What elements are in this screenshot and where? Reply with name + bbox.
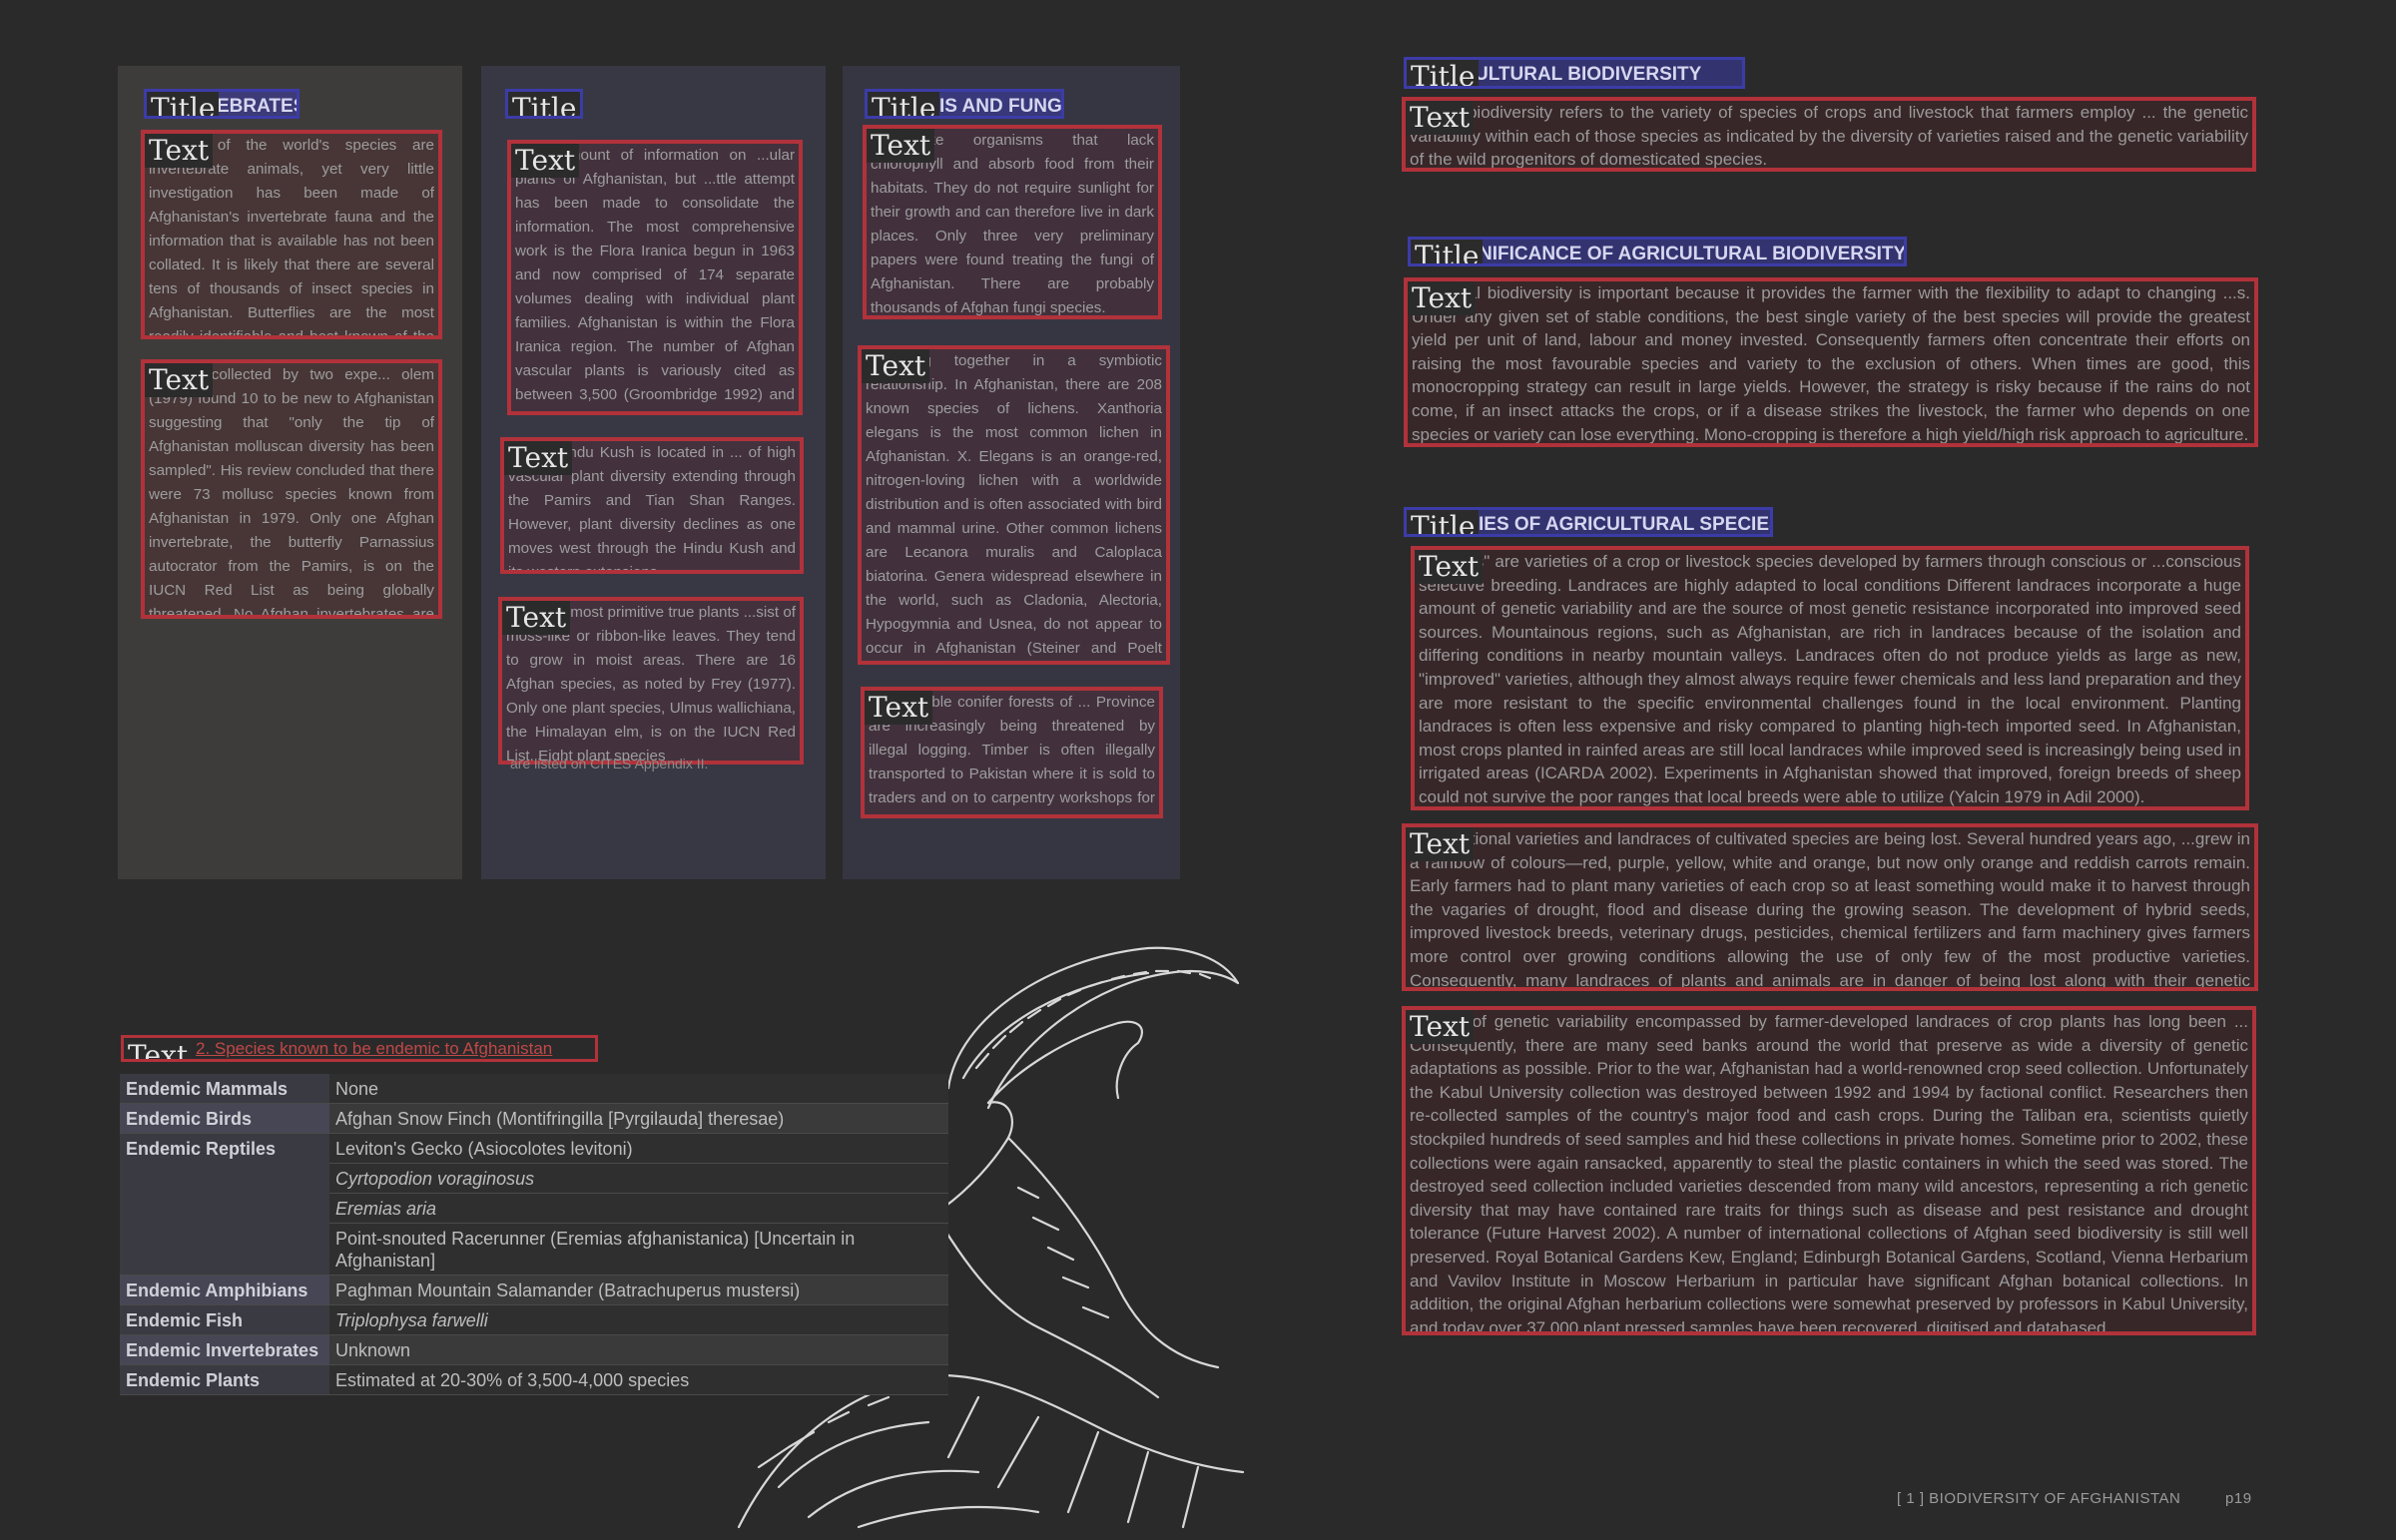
- row-value: Leviton's Gecko (Asiocolotes levitoni): [329, 1133, 948, 1164]
- right-text-box-2: Text ...cultural biodiversity is importa…: [1404, 277, 2258, 447]
- row-header: Endemic Amphibians: [120, 1275, 329, 1305]
- row-value: Afghan Snow Finch (Montifringilla [Pyrgi…: [329, 1103, 948, 1134]
- row-value: Estimated at 20-30% of 3,500-4,000 speci…: [329, 1364, 948, 1395]
- text-label: Text: [1406, 101, 1475, 135]
- table-row: Endemic Mammals None: [120, 1074, 948, 1104]
- text-label: Text: [865, 691, 933, 725]
- table-caption-box: Text 2. Species known to be endemic to A…: [121, 1035, 598, 1062]
- col3-title-box: IS AND FUNG Title: [865, 89, 1064, 119]
- significance-title: NIFICANCE OF AGRICULTURAL BIODIVERSITY: [1479, 244, 1907, 264]
- col1-title: EBRATES: [217, 96, 300, 117]
- text-label: Text: [145, 363, 214, 397]
- right-paragraph-3: ...draces" are varieties of a crop or li…: [1419, 552, 2241, 806]
- right-text-box-3: Text ...draces" are varieties of a crop …: [1411, 546, 2249, 810]
- row-value: None: [329, 1074, 948, 1104]
- title-label: Title: [868, 92, 940, 116]
- text-label: Text: [1406, 827, 1475, 861]
- right-title-box-3: IES OF AGRICULTURAL SPECIES Title: [1404, 507, 1773, 537]
- col1-paragraph-2: species collected by two expe... olem (1…: [149, 366, 434, 619]
- row-value: Cyrtopodion voraginosus: [329, 1163, 948, 1194]
- col1-text-box-2: Text species collected by two expe... ol…: [141, 359, 442, 619]
- right-title-box-2: NIFICANCE OF AGRICULTURAL BIODIVERSITY T…: [1408, 237, 1907, 266]
- right-title-box-1: ULTURAL BIODIVERSITY Title: [1404, 57, 1745, 89]
- row-value: Point-snouted Racerunner (Eremias afghan…: [329, 1223, 948, 1276]
- agricultural-biodiversity-title: ULTURAL BIODIVERSITY: [1475, 64, 1702, 85]
- table-row: Endemic Fish Triplophysa farwelli: [120, 1304, 948, 1335]
- table-row: Endemic Birds Afghan Snow Finch (Montifr…: [120, 1103, 948, 1134]
- right-paragraph-5: ...value of genetic variability encompas…: [1410, 1012, 2248, 1335]
- right-text-box-4: Text ...y traditional varieties and land…: [1402, 823, 2258, 991]
- text-label: Text: [867, 129, 935, 163]
- endemic-species-table: Endemic Mammals None Endemic Birds Afgha…: [120, 1074, 948, 1395]
- col3-text-box-2: Text ...growing together in a symbiotic …: [858, 345, 1170, 665]
- row-value: Paghman Mountain Salamander (Batrachuper…: [329, 1275, 948, 1305]
- right-paragraph-1: ...ltural biodiversity refers to the var…: [1410, 103, 2248, 170]
- row-value: Triplophysa farwelli: [329, 1304, 948, 1335]
- table-row: Endemic Reptiles Leviton's Gecko (Asioco…: [120, 1133, 948, 1276]
- text-label: Text: [511, 144, 580, 178]
- col2-title-box: Title: [505, 89, 583, 119]
- table-row: Endemic Plants Estimated at 20-30% of 3,…: [120, 1364, 948, 1395]
- footer-section: [ 1 ] BIODIVERSITY OF AFGHANISTAN: [1897, 1490, 2181, 1507]
- row-header: Endemic Mammals: [120, 1074, 329, 1104]
- col3-text-box-1: Text ...plant-like organisms that lack c…: [863, 125, 1162, 319]
- text-label: Text: [1415, 550, 1484, 584]
- col1-text-box-1: Text majority of the world's species are…: [141, 130, 442, 339]
- text-label: Text: [124, 1041, 193, 1059]
- text-label: Text: [504, 441, 573, 475]
- table-row: Endemic Invertebrates Unknown: [120, 1334, 948, 1365]
- col3-text-box-3: Text ...accessible conifer forests of ..…: [861, 687, 1163, 818]
- right-text-box-1: Text ...ltural biodiversity refers to th…: [1402, 97, 2256, 172]
- species-title: IES OF AGRICULTURAL SPECIES: [1479, 514, 1773, 535]
- col1-title-box: EBRATES Title: [144, 89, 300, 119]
- page-number: p19: [2225, 1490, 2252, 1507]
- row-header: Endemic Invertebrates: [120, 1334, 329, 1365]
- text-label: Text: [862, 349, 930, 383]
- title-label: Title: [1407, 510, 1480, 534]
- row-value: Eremias aria: [329, 1193, 948, 1224]
- row-header: Endemic Birds: [120, 1103, 329, 1134]
- title-label: Title: [1407, 60, 1480, 86]
- text-label: Text: [502, 601, 571, 635]
- page-footer: [ 1 ] BIODIVERSITY OF AFGHANISTAN p19: [1897, 1490, 2252, 1507]
- text-label: Text: [145, 134, 214, 168]
- col3-paragraph-2: ...growing together in a symbiotic relat…: [866, 352, 1162, 657]
- table-row: Endemic Amphibians Paghman Mountain Sala…: [120, 1275, 948, 1305]
- col2-paragraph-1: large amount of information on ...ular p…: [515, 147, 795, 411]
- row-header: Endemic Plants: [120, 1364, 329, 1395]
- row-value: Unknown: [329, 1334, 948, 1365]
- text-label: Text: [1406, 1010, 1475, 1044]
- text-label: Text: [1408, 281, 1477, 315]
- row-header: Endemic Fish: [120, 1304, 329, 1335]
- row-header: Endemic Reptiles: [120, 1133, 329, 1276]
- table-caption: 2. Species known to be endemic to Afghan…: [196, 1039, 553, 1058]
- col2-text-box-1: Text large amount of information on ...u…: [507, 140, 803, 415]
- title-label: Title: [1411, 240, 1484, 263]
- col3-title: IS AND FUNG: [939, 96, 1062, 117]
- col2-text-box-3: Text ...are the most primitive true plan…: [498, 597, 804, 765]
- right-text-box-5: Text ...value of genetic variability enc…: [1402, 1006, 2256, 1335]
- title-label: Title: [508, 92, 580, 116]
- right-paragraph-4: ...y traditional varieties and landraces…: [1410, 829, 2250, 990]
- col2-text-box-2: Text ...an's Hindu Kush is located in ..…: [500, 437, 804, 574]
- right-paragraph-2: ...cultural biodiversity is important be…: [1412, 283, 2250, 444]
- title-label: Title: [147, 92, 220, 116]
